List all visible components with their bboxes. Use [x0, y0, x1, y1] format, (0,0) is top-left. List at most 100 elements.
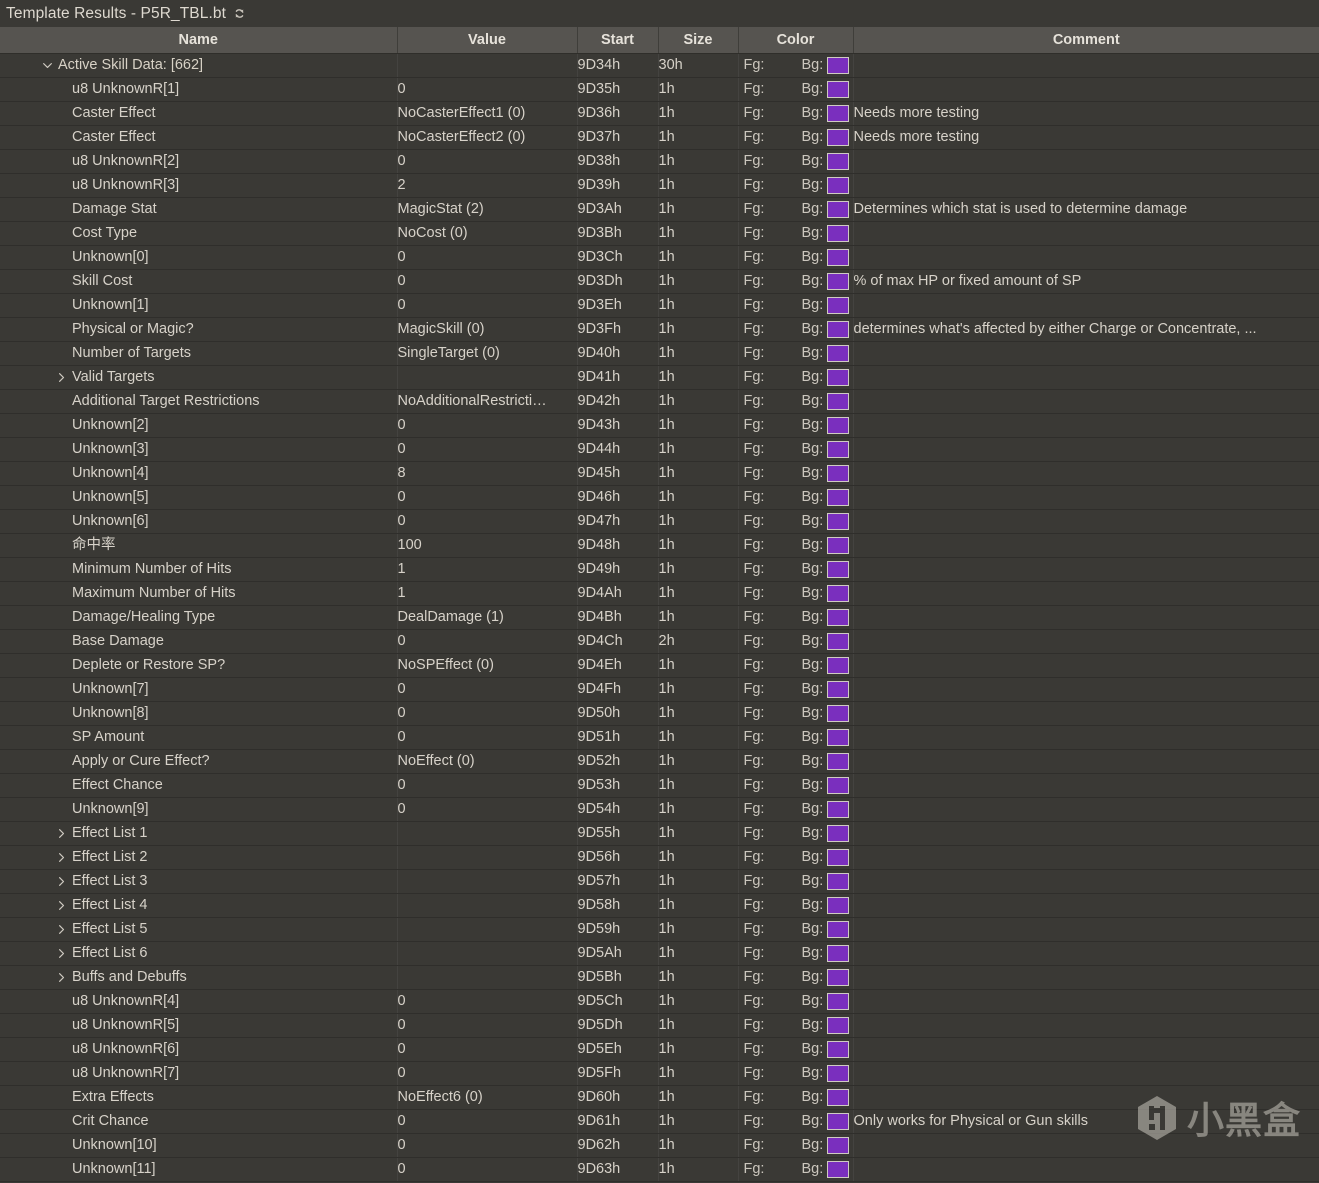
cell-color[interactable]: Fg: Bg: [738, 677, 854, 702]
background-color-label[interactable]: Bg: [802, 1062, 824, 1085]
cell-name[interactable]: 命中率 [0, 533, 398, 558]
table-row[interactable]: Unknown[11] 0 9D63h 1h Fg: Bg: [0, 1157, 1319, 1182]
cell-color[interactable]: Fg: Bg: [738, 485, 854, 510]
cell-color[interactable]: Fg: Bg: [738, 53, 854, 78]
table-row[interactable]: Active Skill Data: [662] 9D34h 30h Fg: Bg: [0, 53, 1319, 78]
background-color-label[interactable]: Bg: [802, 78, 824, 101]
background-color-label[interactable]: Bg: [802, 318, 824, 341]
table-row[interactable]: Unknown[5] 0 9D46h 1h Fg: Bg: [0, 485, 1319, 510]
background-color-swatch[interactable] [827, 920, 850, 938]
cell-name[interactable]: Unknown[1] [0, 293, 398, 318]
cell-value[interactable] [397, 965, 578, 990]
cell-name[interactable]: Unknown[5] [0, 485, 398, 510]
cell-comment[interactable] [853, 629, 1319, 654]
table-row[interactable]: Effect List 4 9D58h 1h Fg: Bg: [0, 893, 1319, 918]
cell-name[interactable]: SP Amount [0, 725, 398, 750]
foreground-color-label[interactable]: Fg: [744, 414, 802, 437]
cell-value[interactable] [397, 365, 578, 390]
foreground-color-label[interactable]: Fg: [744, 1110, 802, 1133]
table-row[interactable]: Effect List 3 9D57h 1h Fg: Bg: [0, 869, 1319, 894]
cell-name[interactable]: u8 UnknownR[7] [0, 1061, 398, 1086]
background-color-label[interactable]: Bg: [802, 678, 824, 701]
background-color-swatch[interactable] [827, 200, 850, 218]
cell-name[interactable]: Effect Chance [0, 773, 398, 798]
table-row[interactable]: u8 UnknownR[3] 2 9D39h 1h Fg: Bg: [0, 173, 1319, 198]
cell-color[interactable]: Fg: Bg: [738, 821, 854, 846]
background-color-label[interactable]: Bg: [802, 654, 824, 677]
cell-comment[interactable]: Needs more testing [853, 125, 1319, 150]
cell-name[interactable]: Deplete or Restore SP? [0, 653, 398, 678]
table-row[interactable]: Unknown[2] 0 9D43h 1h Fg: Bg: [0, 413, 1319, 438]
cell-color[interactable]: Fg: Bg: [738, 557, 854, 582]
background-color-label[interactable]: Bg: [802, 990, 824, 1013]
cell-comment[interactable] [853, 917, 1319, 942]
cell-value[interactable]: 0 [397, 485, 578, 510]
cell-value[interactable]: 0 [397, 701, 578, 726]
cell-name[interactable]: Cost Type [0, 221, 398, 246]
cell-value[interactable]: NoSPEffect (0) [397, 653, 578, 678]
foreground-color-label[interactable]: Fg: [744, 1014, 802, 1037]
background-color-swatch[interactable] [827, 272, 850, 290]
cell-value[interactable]: 0 [397, 245, 578, 270]
cell-value[interactable]: 0 [397, 773, 578, 798]
background-color-swatch[interactable] [827, 560, 850, 578]
cell-color[interactable]: Fg: Bg: [738, 941, 854, 966]
background-color-swatch[interactable] [827, 944, 850, 962]
chevron-right-icon[interactable] [54, 372, 68, 383]
foreground-color-label[interactable]: Fg: [744, 222, 802, 245]
background-color-label[interactable]: Bg: [802, 150, 824, 173]
foreground-color-label[interactable]: Fg: [744, 822, 802, 845]
background-color-label[interactable]: Bg: [802, 534, 824, 557]
cell-comment[interactable] [853, 221, 1319, 246]
cell-comment[interactable]: Needs more testing [853, 101, 1319, 126]
cell-color[interactable]: Fg: Bg: [738, 725, 854, 750]
cell-name[interactable]: Damage Stat [0, 197, 398, 222]
foreground-color-label[interactable]: Fg: [744, 678, 802, 701]
foreground-color-label[interactable]: Fg: [744, 462, 802, 485]
table-row[interactable]: Base Damage 0 9D4Ch 2h Fg: Bg: [0, 629, 1319, 654]
background-color-swatch[interactable] [827, 128, 850, 146]
background-color-label[interactable]: Bg: [802, 510, 824, 533]
cell-value[interactable] [397, 893, 578, 918]
cell-color[interactable]: Fg: Bg: [738, 437, 854, 462]
cell-color[interactable]: Fg: Bg: [738, 965, 854, 990]
cell-color[interactable]: Fg: Bg: [738, 245, 854, 270]
cell-value[interactable]: 0 [397, 1013, 578, 1038]
cell-color[interactable]: Fg: Bg: [738, 101, 854, 126]
table-row[interactable]: Effect List 6 9D5Ah 1h Fg: Bg: [0, 941, 1319, 966]
background-color-label[interactable]: Bg: [802, 774, 824, 797]
cell-name[interactable]: u8 UnknownR[5] [0, 1013, 398, 1038]
chevron-right-icon[interactable] [54, 852, 68, 863]
background-color-swatch[interactable] [827, 632, 850, 650]
cell-color[interactable]: Fg: Bg: [738, 1085, 854, 1110]
cell-color[interactable]: Fg: Bg: [738, 701, 854, 726]
cell-value[interactable]: NoCost (0) [397, 221, 578, 246]
table-row[interactable]: Additional Target Restrictions NoAddition… [0, 389, 1319, 414]
background-color-swatch[interactable] [827, 512, 850, 530]
background-color-label[interactable]: Bg: [802, 174, 824, 197]
foreground-color-label[interactable]: Fg: [744, 918, 802, 941]
background-color-label[interactable]: Bg: [802, 270, 824, 293]
cell-color[interactable]: Fg: Bg: [738, 293, 854, 318]
foreground-color-label[interactable]: Fg: [744, 534, 802, 557]
cell-comment[interactable] [853, 797, 1319, 822]
background-color-label[interactable]: Bg: [802, 726, 824, 749]
table-row[interactable]: Cost Type NoCost (0) 9D3Bh 1h Fg: Bg: [0, 221, 1319, 246]
table-row[interactable]: u8 UnknownR[7] 0 9D5Fh 1h Fg: Bg: [0, 1061, 1319, 1086]
table-row[interactable]: Damage Stat MagicStat (2) 9D3Ah 1h Fg: Bg: Det… [0, 197, 1319, 222]
table-row[interactable]: Skill Cost 0 9D3Dh 1h Fg: Bg:% of max HP or f… [0, 269, 1319, 294]
cell-comment[interactable]: determines what's affected by either Cha… [853, 317, 1319, 342]
cell-value[interactable]: MagicStat (2) [397, 197, 578, 222]
background-color-label[interactable]: Bg: [802, 966, 824, 989]
cell-value[interactable]: NoCasterEffect1 (0) [397, 101, 578, 126]
cell-comment[interactable] [853, 965, 1319, 990]
cell-comment[interactable] [853, 1085, 1319, 1110]
column-header-name[interactable]: Name [0, 27, 398, 54]
cell-value[interactable]: NoAdditionalRestricti… [397, 389, 578, 414]
table-row[interactable]: u8 UnknownR[5] 0 9D5Dh 1h Fg: Bg: [0, 1013, 1319, 1038]
cell-comment[interactable] [853, 509, 1319, 534]
cell-color[interactable]: Fg: Bg: [738, 917, 854, 942]
foreground-color-label[interactable]: Fg: [744, 846, 802, 869]
background-color-label[interactable]: Bg: [802, 846, 824, 869]
chevron-right-icon[interactable] [54, 948, 68, 959]
